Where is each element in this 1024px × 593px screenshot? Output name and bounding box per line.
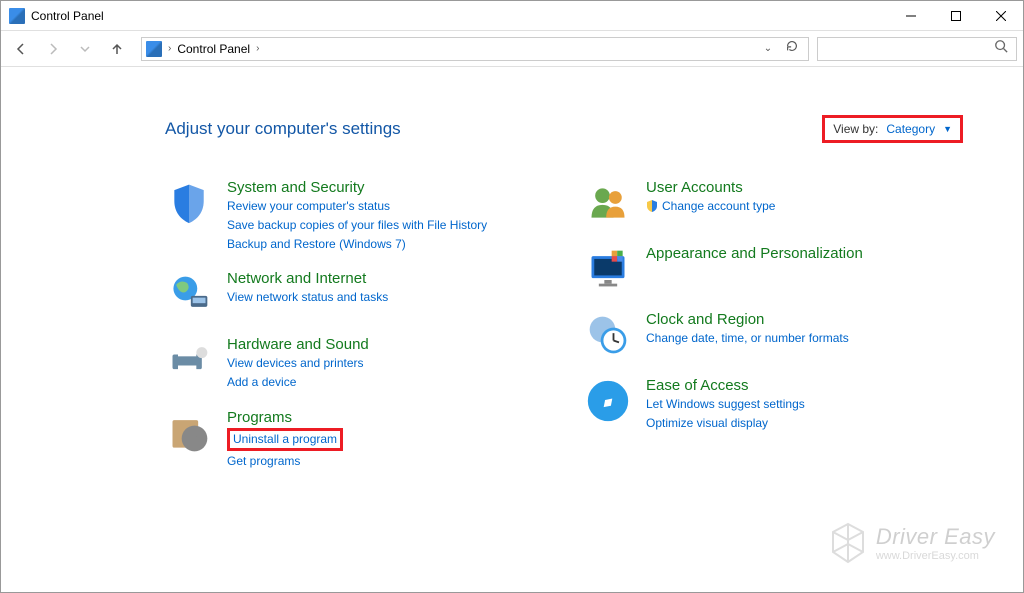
category-link[interactable]: Let Windows suggest settings [646,396,805,413]
breadcrumb-root[interactable]: Control Panel [177,42,250,56]
category-link[interactable]: Backup and Restore (Windows 7) [227,236,487,253]
window-title: Control Panel [31,9,104,23]
category-link[interactable]: Change date, time, or number formats [646,330,849,347]
category-title[interactable]: Ease of Access [646,377,805,394]
control-panel-icon [9,8,25,24]
content: Adjust your computer's settings View by:… [1,67,1023,470]
forward-button[interactable] [39,35,67,63]
watermark-url: www.DriverEasy.com [876,550,995,562]
category-system-security: System and Security Review your computer… [165,179,544,252]
view-by-label: View by: [833,122,878,136]
address-bar[interactable]: › Control Panel › ⌄ [141,37,809,61]
category-hardware-sound: Hardware and Sound View devices and prin… [165,336,544,391]
breadcrumb-sep: › [168,43,171,54]
uac-shield-icon [646,200,658,212]
printer-icon [165,336,213,384]
navbar: › Control Panel › ⌄ [1,31,1023,67]
titlebar: Control Panel [1,1,1023,31]
category-link[interactable]: View devices and printers [227,355,369,372]
uninstall-program-link[interactable]: Uninstall a program [227,428,343,451]
disc-icon [165,409,213,457]
ease-of-access-icon [584,377,632,425]
view-by-value: Category [886,122,935,136]
category-link[interactable]: Review your computer's status [227,198,487,215]
users-icon [584,179,632,227]
minimize-button[interactable] [888,1,933,31]
address-icon [146,41,162,57]
close-button[interactable] [978,1,1023,31]
category-clock-region: Clock and Region Change date, time, or n… [584,311,963,359]
view-by-selector[interactable]: View by: Category ▼ [822,115,963,143]
search-input[interactable] [824,42,994,56]
category-link[interactable]: View network status and tasks [227,289,388,306]
category-title[interactable]: System and Security [227,179,487,196]
category-column-right: User Accounts Change account type Appear… [584,179,963,470]
category-network-internet: Network and Internet View network status… [165,270,544,318]
maximize-button[interactable] [933,1,978,31]
category-link[interactable]: Get programs [227,453,343,470]
watermark-brand: Driver Easy [876,524,995,550]
up-button[interactable] [103,35,131,63]
page-heading: Adjust your computer's settings [165,119,401,139]
globe-icon [165,270,213,318]
watermark-logo-icon [830,522,866,564]
breadcrumb-sep: › [256,43,259,54]
shield-icon [165,179,213,227]
category-programs: Programs Uninstall a program Get program… [165,409,544,470]
category-title[interactable]: Network and Internet [227,270,388,287]
category-ease-of-access: Ease of Access Let Windows suggest setti… [584,377,963,432]
category-link[interactable]: Optimize visual display [646,415,805,432]
watermark: Driver Easy www.DriverEasy.com [830,522,995,564]
recent-dropdown[interactable] [71,35,99,63]
refresh-button[interactable] [780,39,804,58]
category-title[interactable]: Appearance and Personalization [646,245,863,262]
category-title[interactable]: Hardware and Sound [227,336,369,353]
category-link[interactable]: Change account type [662,198,775,215]
back-button[interactable] [7,35,35,63]
category-title[interactable]: Programs [227,409,343,426]
category-appearance-personalization: Appearance and Personalization [584,245,963,293]
category-title[interactable]: User Accounts [646,179,775,196]
category-user-accounts: User Accounts Change account type [584,179,963,227]
chevron-down-icon: ▼ [943,124,952,134]
category-link[interactable]: Save backup copies of your files with Fi… [227,217,487,234]
category-link[interactable]: Add a device [227,374,369,391]
monitor-icon [584,245,632,293]
clock-icon [584,311,632,359]
address-dropdown-icon[interactable]: ⌄ [760,43,776,54]
category-title[interactable]: Clock and Region [646,311,849,328]
search-icon[interactable] [994,39,1010,58]
category-column-left: System and Security Review your computer… [165,179,544,470]
search-box[interactable] [817,37,1017,61]
